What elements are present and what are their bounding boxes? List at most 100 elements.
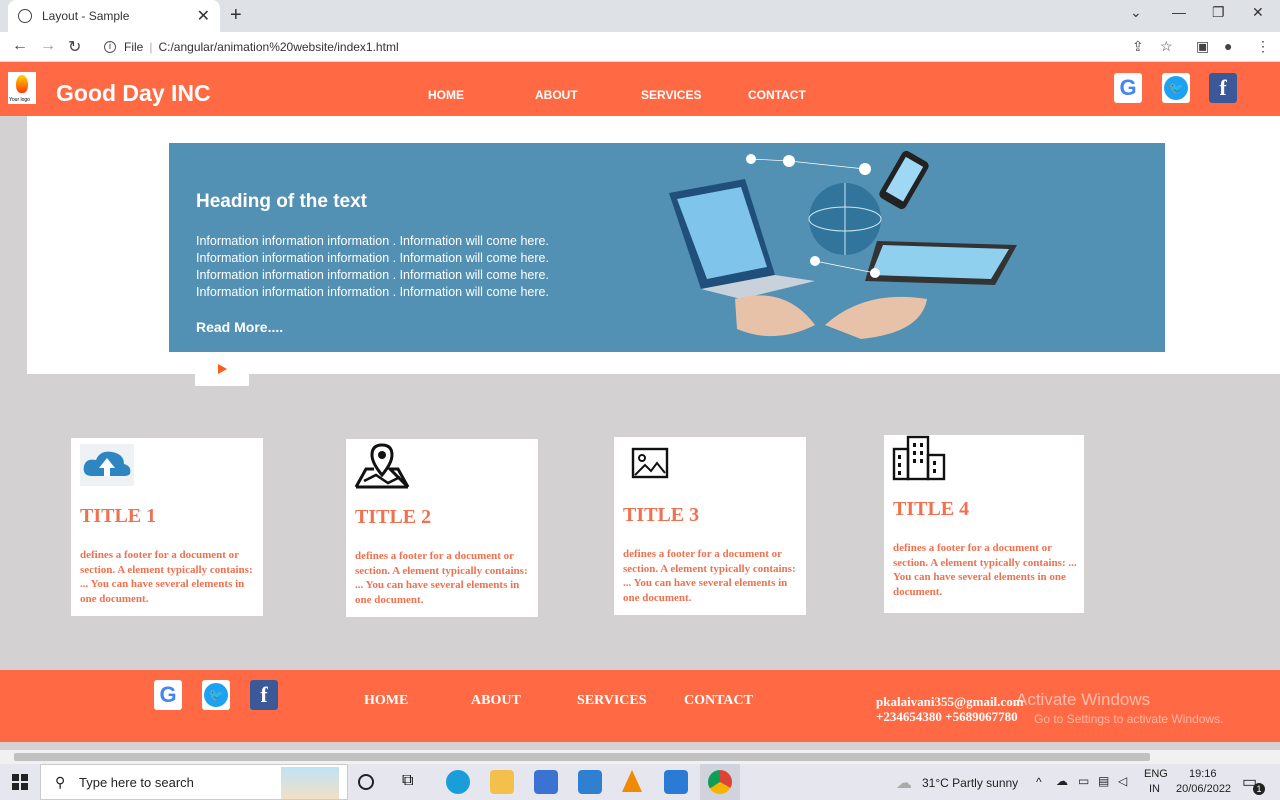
forward-icon[interactable]: → xyxy=(40,37,56,55)
activation-watermark-subtext: Go to Settings to activate Windows. xyxy=(1034,712,1224,726)
reload-icon[interactable]: ↻ xyxy=(68,37,81,57)
close-window-icon[interactable]: ✕ xyxy=(1252,4,1264,21)
hero-heading: Heading of the text xyxy=(196,191,368,212)
slider-play-button[interactable] xyxy=(195,352,249,386)
share-icon[interactable]: ⇪ xyxy=(1132,38,1144,55)
twitter-icon[interactable]: 🐦 xyxy=(202,680,230,710)
hero-banner: Heading of the text Information informat… xyxy=(169,143,1165,352)
vlc-icon[interactable] xyxy=(622,770,642,792)
card-description: defines a footer for a document or secti… xyxy=(623,548,796,604)
tray-chevron-icon[interactable]: ^ xyxy=(1036,775,1042,789)
menu-kebab-icon[interactable]: ⋮ xyxy=(1256,38,1270,55)
side-panel-icon[interactable]: ▣ xyxy=(1196,38,1209,55)
feature-card: TITLE 4 defines a footer for a document … xyxy=(884,435,1084,613)
contact-email[interactable]: pkalaivani355@gmail.com xyxy=(876,694,1024,709)
scrollbar-thumb[interactable] xyxy=(14,753,1150,761)
flame-logo-icon xyxy=(16,75,28,93)
url-text: C:/angular/animation%20website/index1.ht… xyxy=(158,40,399,54)
facebook-icon[interactable]: f xyxy=(1209,73,1237,103)
site-header: Your logo Good Day INC HOME ABOUT SERVIC… xyxy=(0,62,1280,116)
footer-nav-about[interactable]: ABOUT xyxy=(471,693,521,709)
footer-nav-services[interactable]: SERVICES xyxy=(577,693,647,709)
tab-search-icon[interactable]: ⌄ xyxy=(1130,4,1142,21)
chrome-icon xyxy=(708,770,732,794)
close-tab-icon[interactable]: ✕ xyxy=(197,6,210,26)
image-icon xyxy=(631,447,669,479)
footer-nav-home[interactable]: HOME xyxy=(364,693,408,709)
google-icon[interactable]: G xyxy=(1114,73,1142,103)
contact-phone: +234654380 +5689067780 xyxy=(876,709,1018,724)
card-title: TITLE 2 xyxy=(355,506,432,528)
card-title: TITLE 1 xyxy=(80,505,157,527)
hero-line: Information information information . In… xyxy=(196,251,549,265)
card-description: defines a footer for a document or secti… xyxy=(355,550,528,606)
horizontal-scrollbar[interactable] xyxy=(0,750,1280,764)
new-tab-icon[interactable]: + xyxy=(230,4,242,27)
read-more-link[interactable]: Read More.... xyxy=(196,319,283,335)
store-icon[interactable] xyxy=(534,770,558,794)
language-code[interactable]: ENG xyxy=(1144,768,1168,780)
nav-about[interactable]: ABOUT xyxy=(535,88,578,102)
logo[interactable]: Your logo xyxy=(8,72,36,104)
card-title: TITLE 4 xyxy=(893,498,970,520)
feature-card: TITLE 1 defines a footer for a document … xyxy=(71,438,263,616)
address-bar: ← → ↻ i File | C:/angular/animation%20we… xyxy=(0,32,1280,62)
mail-icon[interactable] xyxy=(578,770,602,794)
card-description: defines a footer for a document or secti… xyxy=(80,549,253,605)
cortana-icon[interactable] xyxy=(358,774,374,790)
browser-tab[interactable]: Layout - Sample ✕ xyxy=(8,0,220,32)
card-description: defines a footer for a document or secti… xyxy=(893,542,1077,598)
hero-line: Information information information . In… xyxy=(196,234,549,248)
notification-count: 1 xyxy=(1253,783,1265,795)
technology-devices-image xyxy=(669,150,1017,339)
footer-contact: pkalaivani355@gmail.com +234654380 +5689… xyxy=(876,694,1024,724)
twitter-icon[interactable]: 🐦 xyxy=(1162,73,1190,103)
region-code[interactable]: IN xyxy=(1149,783,1160,795)
task-view-icon[interactable]: ⧉ xyxy=(402,772,426,796)
profile-avatar-icon[interactable]: ● xyxy=(1224,38,1232,54)
clock-time[interactable]: 19:16 xyxy=(1189,768,1217,780)
url-separator: | xyxy=(149,40,153,54)
browser-tab-strip: Layout - Sample ✕ + ⌄ — ❐ ✕ xyxy=(0,0,1280,32)
nav-services[interactable]: SERVICES xyxy=(641,88,701,102)
chrome-active-tile[interactable] xyxy=(700,764,740,800)
search-placeholder: Type here to search xyxy=(79,774,194,790)
url-scheme: File xyxy=(124,40,144,54)
url-field[interactable]: i File | C:/angular/animation%20website/… xyxy=(96,36,1192,58)
vscode-icon[interactable] xyxy=(664,770,688,794)
clock-date[interactable]: 20/06/2022 xyxy=(1176,783,1231,795)
meet-icon[interactable]: ▭ xyxy=(1078,774,1089,788)
weather-text[interactable]: 31°C Partly sunny xyxy=(922,776,1018,790)
back-icon[interactable]: ← xyxy=(12,37,28,55)
windows-taskbar: ⚲ Type here to search ⧉ ☁ 31°C Partly su… xyxy=(0,764,1280,800)
feature-card: TITLE 2 defines a footer for a document … xyxy=(346,439,538,617)
globe-icon xyxy=(18,9,32,23)
bookmark-star-icon[interactable]: ☆ xyxy=(1160,38,1173,55)
facebook-icon[interactable]: f xyxy=(250,680,278,710)
restore-icon[interactable]: ❐ xyxy=(1212,4,1225,21)
map-pin-icon xyxy=(354,443,410,489)
volume-icon[interactable]: ◁ xyxy=(1118,774,1127,788)
edge-icon[interactable] xyxy=(446,770,470,794)
activation-watermark: Activate Windows xyxy=(1016,690,1151,709)
brand-name: Good Day INC xyxy=(56,80,211,106)
taskbar-search-box[interactable]: ⚲ Type here to search xyxy=(40,764,348,800)
play-icon xyxy=(218,364,227,374)
hero-text: Information information information . In… xyxy=(196,233,616,301)
hero-line: Information information information . In… xyxy=(196,268,549,282)
minimize-icon[interactable]: — xyxy=(1172,4,1186,20)
windows-start-icon[interactable] xyxy=(12,774,28,790)
nav-contact[interactable]: CONTACT xyxy=(748,88,806,102)
weather-icon[interactable]: ☁ xyxy=(896,773,912,793)
file-explorer-icon[interactable] xyxy=(490,770,514,794)
nav-home[interactable]: HOME xyxy=(428,88,464,102)
site-info-icon[interactable]: i xyxy=(104,41,116,53)
network-icon[interactable]: ▤ xyxy=(1098,774,1109,788)
logo-text: Your logo xyxy=(9,97,30,103)
google-icon[interactable]: G xyxy=(154,680,182,710)
footer-nav-contact[interactable]: CONTACT xyxy=(684,693,753,709)
search-highlight-image xyxy=(281,767,339,799)
onedrive-icon[interactable]: ☁ xyxy=(1056,774,1068,788)
site-footer: G 🐦 f HOME ABOUT SERVICES CONTACT pkalai… xyxy=(0,670,1280,742)
hero-line: Information information information . In… xyxy=(196,285,549,299)
